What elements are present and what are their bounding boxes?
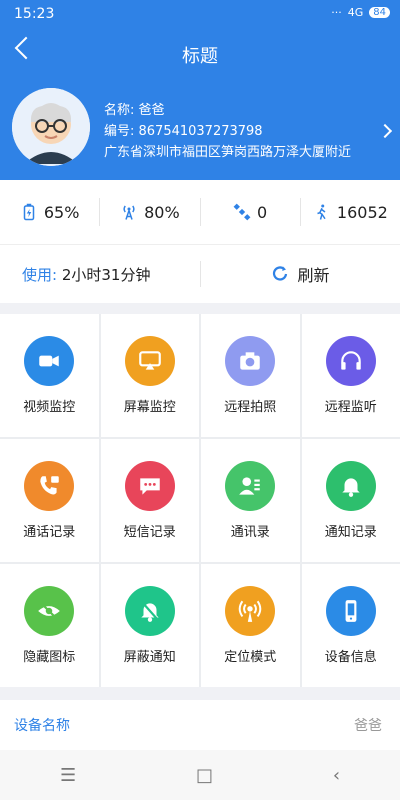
stat-steps: 16052 bbox=[299, 198, 400, 226]
feature-label: 屏幕监控 bbox=[123, 400, 176, 415]
feature-screen-monitor[interactable]: 屏幕监控 bbox=[100, 314, 199, 437]
usage-value: 2小时31分钟 bbox=[61, 265, 151, 284]
feature-label: 通知记录 bbox=[324, 525, 377, 540]
usage-info: 使用: 2小时31分钟 bbox=[0, 264, 200, 285]
feature-label: 设备信息 bbox=[324, 650, 377, 665]
status-icons: ··· 4G 84 bbox=[331, 6, 390, 19]
refresh-icon bbox=[273, 266, 288, 281]
feature-notification-log[interactable]: 通知记录 bbox=[301, 439, 400, 562]
feature-label: 远程监听 bbox=[324, 400, 377, 415]
refresh-button[interactable]: 刷新 bbox=[201, 262, 400, 286]
profile-info: 名称: 爸爸 编号: 867541037273798 广东省深圳市福田区笋岗西路… bbox=[104, 100, 351, 163]
device-name-value: 爸爸 bbox=[354, 718, 382, 734]
video-camera-icon bbox=[24, 336, 75, 386]
home-icon[interactable]: □ bbox=[196, 765, 213, 786]
status-time: 15:23 bbox=[14, 6, 55, 22]
avatar[interactable] bbox=[12, 88, 90, 166]
back-nav-icon[interactable]: ‹ bbox=[333, 765, 340, 786]
satellite-icon bbox=[233, 203, 251, 221]
headphones-icon bbox=[325, 336, 376, 386]
profile-address: 广东省深圳市福田区笋岗西路万泽大厦附近 bbox=[104, 145, 352, 160]
feature-block-notification[interactable]: 屏蔽通知 bbox=[100, 564, 199, 687]
device-name-row[interactable]: 设备名称 爸爸 bbox=[0, 700, 400, 750]
walking-icon bbox=[317, 204, 326, 220]
stat-signal: 80% bbox=[99, 198, 199, 226]
stat-satellite: 0 bbox=[199, 198, 300, 226]
contacts-icon bbox=[225, 461, 276, 511]
profile-name: 名称: 爸爸 bbox=[104, 103, 165, 118]
usage-row: 使用: 2小时31分钟 刷新 bbox=[0, 244, 400, 303]
feature-video-monitor[interactable]: 视频监控 bbox=[0, 314, 99, 437]
eye-hidden-icon bbox=[24, 586, 75, 636]
battery-value: 65% bbox=[43, 202, 80, 222]
chevron-right-icon[interactable] bbox=[377, 123, 393, 139]
feature-label: 远程拍照 bbox=[224, 400, 277, 415]
feature-hide-icon[interactable]: 隐藏图标 bbox=[0, 564, 99, 687]
screen-cast-icon bbox=[124, 336, 175, 386]
feature-label: 隐藏图标 bbox=[23, 650, 76, 665]
profile-id: 编号: 867541037273798 bbox=[104, 124, 263, 139]
feature-call-log[interactable]: 通话记录 bbox=[0, 439, 99, 562]
feature-label: 通讯录 bbox=[230, 525, 270, 540]
steps-value: 16052 bbox=[336, 202, 388, 222]
page-title: 标题 bbox=[182, 46, 218, 67]
feature-label: 短信记录 bbox=[123, 525, 176, 540]
feature-contacts[interactable]: 通讯录 bbox=[201, 439, 300, 562]
status-bar: 15:23 ··· 4G 84 bbox=[0, 0, 400, 28]
feature-label: 视频监控 bbox=[23, 400, 76, 415]
location-signal-icon bbox=[225, 586, 276, 636]
feature-remote-listen[interactable]: 远程监听 bbox=[301, 314, 400, 437]
antenna-icon bbox=[123, 205, 135, 220]
header: 15:23 ··· 4G 84 标题 名称: 爸爸 编号: 8675410372… bbox=[0, 0, 400, 180]
feature-location-mode[interactable]: 定位模式 bbox=[201, 564, 300, 687]
phone-icon bbox=[24, 461, 75, 511]
battery-icon bbox=[23, 203, 35, 221]
battery-badge: 84 bbox=[369, 7, 390, 18]
stats-bar: 65% 80% 0 16052 bbox=[0, 180, 400, 244]
refresh-label: 刷新 bbox=[297, 266, 330, 285]
title-bar: 标题 bbox=[0, 32, 400, 76]
signal-text: 4G bbox=[347, 6, 364, 19]
satellite-value: 0 bbox=[257, 202, 268, 222]
feature-device-info[interactable]: 设备信息 bbox=[301, 564, 400, 687]
dots-icon: ··· bbox=[331, 6, 342, 19]
feature-sms-log[interactable]: 短信记录 bbox=[100, 439, 199, 562]
feature-grid: 视频监控 屏幕监控 远程拍照 远程监听 通话记录 短信记录 通讯录 通知记录 隐… bbox=[0, 314, 400, 687]
bell-icon bbox=[325, 461, 376, 511]
bell-off-icon bbox=[124, 586, 175, 636]
camera-icon bbox=[225, 336, 276, 386]
menu-icon[interactable]: ☰ bbox=[60, 765, 76, 786]
feature-label: 定位模式 bbox=[224, 650, 277, 665]
phone-device-icon bbox=[325, 586, 376, 636]
stat-battery: 65% bbox=[0, 203, 99, 222]
message-icon bbox=[124, 461, 175, 511]
usage-label: 使用: bbox=[22, 265, 58, 284]
device-name-label: 设备名称 bbox=[14, 718, 70, 734]
signal-value: 80% bbox=[144, 202, 180, 222]
feature-label: 通话记录 bbox=[23, 525, 76, 540]
system-nav-bar: ☰ □ ‹ bbox=[0, 750, 400, 800]
grandpa-avatar-icon bbox=[12, 88, 90, 166]
feature-label: 屏蔽通知 bbox=[123, 650, 176, 665]
feature-remote-photo[interactable]: 远程拍照 bbox=[201, 314, 300, 437]
